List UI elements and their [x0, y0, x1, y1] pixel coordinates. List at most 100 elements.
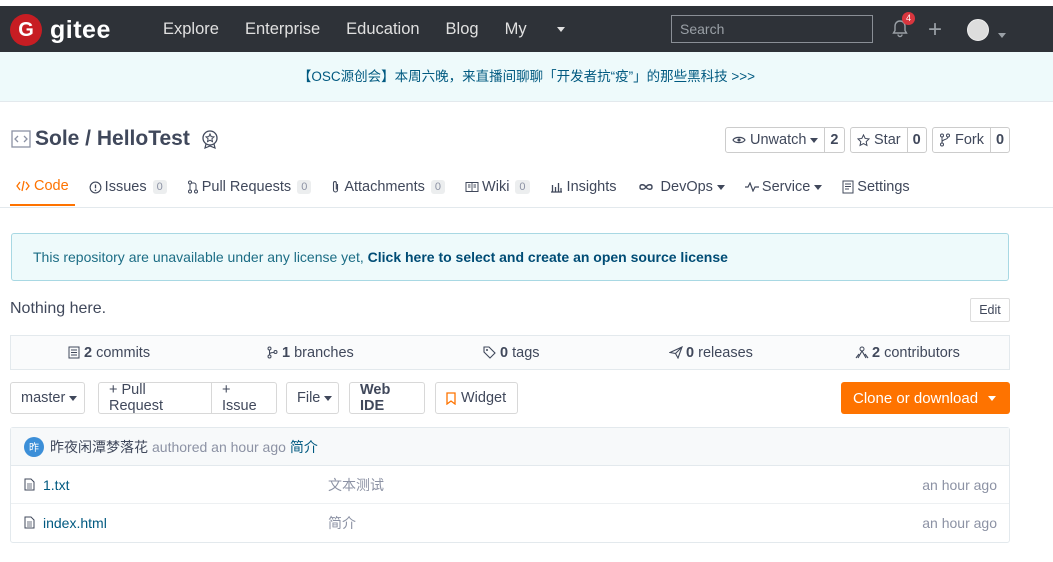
commit-message[interactable]: 简介 [290, 437, 318, 457]
commit-authored-time: authored an hour ago [152, 438, 286, 455]
tab-label: Settings [857, 179, 910, 195]
branches-stat[interactable]: 1 branches [267, 345, 354, 361]
pr-count: 0 [297, 180, 312, 194]
tab-insights[interactable]: Insights [544, 168, 623, 206]
fork-button[interactable]: Fork 0 [932, 127, 1011, 153]
commit-author[interactable]: 昨夜闲潭梦落花 [50, 437, 148, 457]
nav-my[interactable]: My [505, 20, 565, 39]
branch-icon [267, 346, 278, 359]
chevron-down-icon [324, 395, 333, 401]
file-list: 昨 昨夜闲潭梦落花 authored an hour ago 简介 1.txt … [10, 427, 1010, 543]
attachments-count: 0 [430, 180, 446, 194]
chevron-down-icon [716, 184, 725, 190]
search-input[interactable] [671, 15, 873, 43]
nav-explore[interactable]: Explore [163, 20, 219, 39]
top-navbar: G gitee Explore Enterprise Education Blo… [0, 6, 1053, 52]
bar-chart-icon [550, 181, 563, 193]
book-icon [465, 181, 479, 193]
settings-doc-icon [842, 180, 854, 194]
commits-label: commits [96, 345, 151, 361]
avatar[interactable] [967, 19, 989, 41]
infinity-icon [637, 182, 655, 192]
pulse-icon [744, 182, 759, 192]
gitee-logo-icon: G [10, 14, 42, 46]
fork-icon [939, 133, 951, 147]
file-name[interactable]: 1.txt [43, 477, 69, 493]
new-issue-button[interactable]: + Issue [211, 382, 277, 414]
tab-devops[interactable]: DevOps [631, 168, 731, 206]
avatar-menu-toggle[interactable] [994, 26, 1006, 42]
file-icon [24, 478, 35, 491]
select-license-link[interactable]: Click here to select and create an open … [368, 249, 728, 265]
tab-label: DevOps [660, 179, 713, 195]
badge-icon[interactable] [200, 129, 220, 149]
widget-button[interactable]: Widget [435, 382, 518, 414]
table-row[interactable]: index.html 简介 an hour ago [11, 504, 1009, 542]
paperclip-icon [331, 180, 340, 194]
tab-attachments[interactable]: Attachments 0 [325, 168, 451, 206]
tags-label: tags [512, 345, 540, 361]
new-pull-request-button[interactable]: + Pull Request [98, 382, 212, 414]
file-commit-message[interactable]: 简介 [328, 513, 356, 533]
nav-education[interactable]: Education [346, 20, 419, 39]
clone-or-download-button[interactable]: Clone or download [841, 382, 1010, 414]
tab-wiki[interactable]: Wiki 0 [459, 168, 536, 206]
releases-stat[interactable]: 0 releases [669, 345, 753, 361]
fork-label: Fork [955, 132, 984, 148]
branch-select[interactable]: master [10, 382, 85, 414]
file-icon [24, 516, 35, 529]
star-button[interactable]: Star 0 [850, 127, 927, 153]
star-label: Star [874, 132, 901, 148]
tab-code[interactable]: Code [10, 168, 75, 206]
web-ide-button[interactable]: Web IDE [349, 382, 425, 414]
tab-label: Issues [104, 179, 147, 195]
file-menu-button[interactable]: File [286, 382, 339, 414]
edit-description-button[interactable]: Edit [970, 298, 1010, 322]
tab-label: Attachments [344, 179, 425, 195]
tab-service[interactable]: Service [739, 168, 828, 206]
eye-icon [732, 135, 746, 145]
wiki-count: 0 [515, 180, 530, 194]
fork-count: 0 [996, 132, 1005, 148]
nav-blog[interactable]: Blog [446, 20, 479, 39]
gitee-logo[interactable]: G gitee [10, 14, 111, 46]
banner-text: 【OSC源创会】本周六晚，来直播间聊聊「开发者抗“疫”」的那些黑科技 >>> [297, 69, 756, 84]
star-icon [857, 133, 870, 147]
file-commit-message[interactable]: 文本测试 [328, 475, 384, 495]
file-name[interactable]: index.html [43, 515, 107, 531]
tab-issues[interactable]: Issues 0 [83, 168, 173, 206]
branch-name: master [21, 390, 66, 406]
contributors-count: 2 [872, 345, 881, 361]
file-time: an hour ago [922, 476, 997, 493]
avatar[interactable]: 昨 [24, 436, 44, 457]
brand-name: gitee [50, 15, 111, 44]
widget-label: Widget [461, 390, 507, 406]
commits-stat[interactable]: 2 commits [68, 345, 150, 361]
bookmark-icon [446, 391, 456, 405]
tab-label: Pull Requests [201, 179, 292, 195]
table-row[interactable]: 1.txt 文本测试 an hour ago [11, 466, 1009, 504]
unwatch-button[interactable]: Unwatch 2 [725, 127, 845, 153]
pull-request-icon [187, 180, 199, 194]
main-nav: Explore Enterprise Education Blog My [163, 20, 591, 39]
unwatch-label: Unwatch [750, 132, 807, 148]
chevron-down-icon [998, 32, 1006, 38]
repo-stats-bar: 2 commits 1 branches 0 tags 0 releases 2… [10, 335, 1010, 370]
releases-label: releases [698, 345, 753, 361]
tab-settings[interactable]: Settings [836, 168, 915, 206]
plus-icon[interactable]: + [928, 16, 942, 44]
chevron-down-icon [988, 395, 997, 401]
nav-enterprise[interactable]: Enterprise [245, 20, 320, 39]
repo-header: Sole / HelloTest [11, 127, 220, 151]
releases-count: 0 [686, 345, 695, 361]
repo-title[interactable]: Sole / HelloTest [35, 127, 190, 151]
tab-label: Insights [566, 179, 617, 195]
announcement-banner[interactable]: 【OSC源创会】本周六晚，来直播间聊聊「开发者抗“疫”」的那些黑科技 >>> [0, 52, 1053, 102]
tab-label: Service [761, 179, 811, 195]
issues-count: 0 [152, 180, 167, 194]
tab-pull-requests[interactable]: Pull Requests 0 [181, 168, 318, 206]
contributors-stat[interactable]: 2 contributors [855, 345, 960, 361]
nav-my-label: My [504, 20, 527, 38]
chevron-down-icon [69, 395, 78, 401]
tags-stat[interactable]: 0 tags [483, 345, 540, 361]
